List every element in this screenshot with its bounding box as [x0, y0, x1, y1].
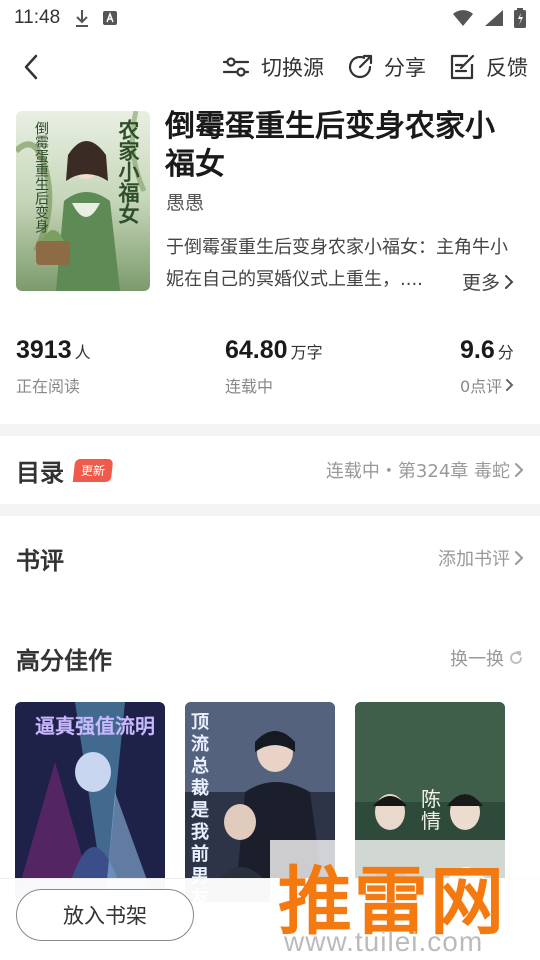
- wifi-icon: [453, 10, 473, 26]
- recommend-row: 高分佳作 换一换: [0, 626, 540, 690]
- status-bar: 11:48: [0, 0, 540, 36]
- catalog-status: 连载中・第324章 毒蛇: [326, 457, 524, 483]
- switch-source-icon: [222, 57, 250, 77]
- score-unit: 分: [497, 343, 514, 362]
- share-button[interactable]: 分享: [346, 52, 426, 82]
- recommend-cover-title: 陈情: [421, 787, 441, 833]
- recommend-book-1[interactable]: 逼真强值流明: [15, 702, 165, 902]
- book-title: 倒霉蛋重生后变身农家小福女: [165, 109, 495, 182]
- switch-source-label: 切换源: [261, 56, 324, 80]
- chevron-left-icon: [24, 54, 38, 80]
- add-review-button[interactable]: 添加书评: [438, 545, 524, 571]
- battery-icon: [514, 8, 526, 28]
- recommend-cover-title: 顶流总裁是我前男友: [191, 712, 209, 902]
- more-button[interactable]: 更多: [462, 268, 515, 295]
- words-unit: 万字: [290, 343, 323, 362]
- chevron-right-icon: [515, 463, 524, 477]
- stat-score[interactable]: 9.6 分 0点评: [460, 336, 514, 397]
- update-badge: 更新: [72, 458, 114, 482]
- recommend-title: 高分佳作: [16, 646, 112, 675]
- cover-title-left: 倒霉蛋重生后变身: [33, 121, 49, 233]
- cover-title-right: 农家小福女: [116, 119, 141, 224]
- back-button[interactable]: [16, 50, 46, 84]
- download-icon: [76, 10, 89, 27]
- top-bar: 切换源 分享 反馈: [0, 36, 540, 98]
- more-label: 更多: [462, 272, 501, 294]
- chevron-right-icon: [506, 379, 514, 391]
- readers-label: 正在阅读: [16, 377, 81, 396]
- share-icon: [348, 54, 373, 79]
- book-cover[interactable]: 倒霉蛋重生后变身 农家小福女: [16, 111, 150, 291]
- add-review-label: 添加书评: [438, 549, 510, 570]
- share-label: 分享: [384, 56, 426, 80]
- feedback-label: 反馈: [486, 56, 528, 80]
- chevron-right-icon: [505, 274, 514, 289]
- words-value: 64.80: [225, 336, 288, 364]
- status-time: 11:48: [14, 7, 61, 28]
- words-label: 连载中: [225, 377, 274, 396]
- refresh-icon: [510, 651, 522, 664]
- refresh-label: 换一换: [450, 649, 504, 670]
- score-value: 9.6: [460, 336, 495, 364]
- feedback-icon: [450, 54, 475, 80]
- stat-words: 64.80 万字 连载中: [225, 336, 323, 397]
- section-divider: [0, 504, 540, 516]
- add-to-shelf-button[interactable]: 放入书架: [16, 889, 194, 941]
- refresh-button[interactable]: 换一换: [450, 645, 524, 671]
- feedback-button[interactable]: 反馈: [448, 52, 528, 82]
- switch-source-button[interactable]: 切换源: [221, 52, 324, 82]
- section-divider: [0, 424, 540, 436]
- catalog-title: 目录: [16, 458, 64, 487]
- score-label: 0点评: [460, 377, 503, 396]
- watermark: 推雷网 www.tuilei.com: [270, 840, 540, 960]
- readers-value: 3913: [16, 336, 72, 364]
- catalog-row[interactable]: 目录 更新 连载中・第324章 毒蛇: [0, 436, 540, 504]
- signal-icon: [485, 10, 503, 26]
- app-notification-icon: [103, 11, 118, 25]
- watermark-url: www.tuilei.com: [284, 926, 484, 957]
- review-title: 书评: [16, 546, 64, 575]
- stat-readers: 3913 人 正在阅读: [16, 336, 91, 397]
- review-row: 书评 添加书评: [0, 526, 540, 590]
- book-author[interactable]: 愚愚: [166, 188, 204, 215]
- readers-unit: 人: [74, 343, 91, 362]
- latest-chapter: 连载中・第324章 毒蛇: [325, 461, 510, 482]
- chevron-right-icon: [515, 551, 524, 565]
- recommend-cover-title: 逼真强值流明: [35, 714, 155, 738]
